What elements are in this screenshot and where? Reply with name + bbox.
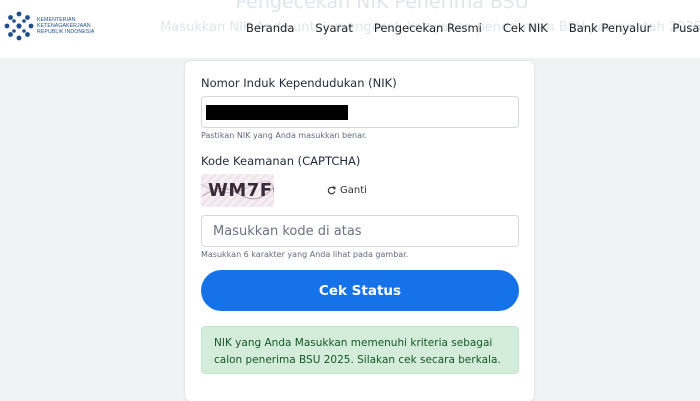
nav-item-pengecekan-resmi[interactable]: Pengecekan Resmi: [374, 21, 482, 35]
nav-item-beranda[interactable]: Beranda: [246, 21, 294, 35]
captcha-help-text: Masukkan 6 karakter yang Anda lihat pada…: [201, 250, 409, 259]
nik-label: Nomor Induk Kependudukan (NIK): [201, 76, 397, 90]
captcha-code: WM7FQU: [208, 180, 274, 201]
check-status-button[interactable]: Cek Status: [201, 270, 519, 311]
nav-item-syarat[interactable]: Syarat: [315, 21, 352, 35]
kemnaker-emblem-icon: [4, 11, 34, 41]
top-header: Pengecekan NIK Penerima BSU Masukkan NIK…: [0, 0, 700, 58]
captcha-input[interactable]: [202, 216, 518, 246]
nav-item-bank-penyalur[interactable]: Bank Penyalur: [569, 21, 652, 35]
nav-item-cek-nik[interactable]: Cek NIK: [503, 21, 548, 35]
nik-help-text: Pastikan NIK yang Anda masukkan benar.: [201, 131, 368, 140]
captcha-label: Kode Keamanan (CAPTCHA): [201, 154, 361, 168]
nik-check-card: Nomor Induk Kependudukan (NIK) Pastikan …: [185, 61, 534, 401]
page-title: Pengecekan NIK Penerima BSU: [235, 0, 529, 13]
nav-item-pusat-bantuan[interactable]: Pusat Bantuan: [672, 21, 700, 35]
refresh-captcha-button[interactable]: Ganti: [327, 185, 367, 196]
result-alert: NIK yang Anda Masukkan memenuhi kriteria…: [201, 326, 519, 374]
kemnaker-logo[interactable]: KEMENTERIAN KETENAGAKERJAAN REPUBLIK IND…: [4, 11, 94, 41]
nik-field[interactable]: [201, 96, 519, 128]
refresh-captcha-label: Ganti: [340, 185, 367, 196]
captcha-field[interactable]: [201, 215, 519, 247]
nik-redaction: [206, 105, 348, 120]
refresh-icon: [327, 186, 336, 195]
main-nav: Beranda Syarat Pengecekan Resmi Cek NIK …: [246, 21, 700, 35]
logo-text: KEMENTERIAN KETENAGAKERJAAN REPUBLIK IND…: [37, 17, 95, 35]
captcha-image: WM7FQU: [201, 174, 274, 207]
